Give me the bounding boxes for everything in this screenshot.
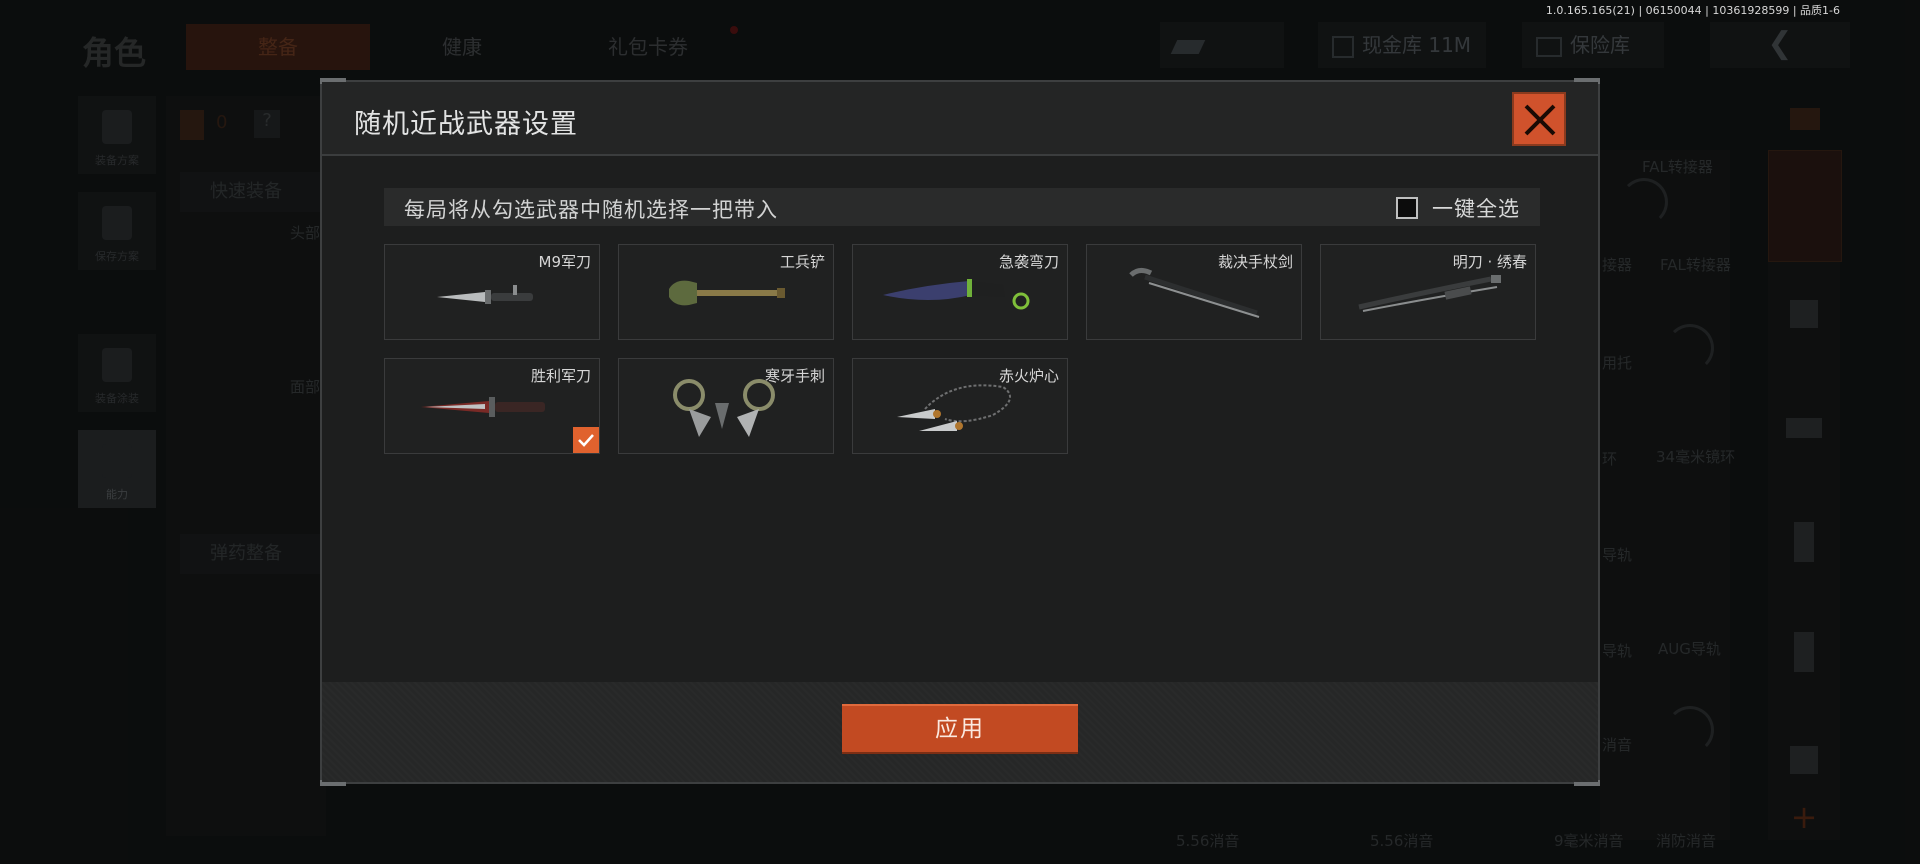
push-dagger-icon — [673, 379, 775, 437]
weapon-card-push-dagger[interactable]: 寒牙手刺 — [618, 358, 834, 454]
close-icon — [1524, 104, 1556, 136]
select-all-checkbox[interactable] — [1396, 197, 1418, 219]
weapon-card-cane-sword[interactable]: 裁决手杖剑 — [1086, 244, 1302, 340]
weapon-card-shovel[interactable]: 工兵铲 — [618, 244, 834, 340]
weapon-card-rope-dart[interactable]: 赤火炉心 — [852, 358, 1068, 454]
cane-sword-icon — [1129, 267, 1260, 318]
dialog-footer: 应用 — [322, 682, 1598, 782]
info-bar: 每局将从勾选武器中随机选择一把带入 一键全选 — [384, 188, 1540, 226]
weapon-card-xiuchun[interactable]: 明刀 · 绣春 — [1320, 244, 1536, 340]
xiuchun-blade-icon — [1358, 275, 1501, 312]
select-all-toggle[interactable]: 一键全选 — [1396, 194, 1520, 222]
shovel-icon — [669, 280, 785, 306]
selected-check[interactable] — [573, 427, 599, 453]
apply-button[interactable]: 应用 — [842, 704, 1078, 754]
rope-dart-icon — [897, 384, 1012, 431]
dialog-title: 随机近战武器设置 — [354, 109, 578, 140]
close-button[interactable] — [1512, 92, 1566, 146]
weapon-card-m9[interactable]: M9军刀 — [384, 244, 600, 340]
victory-knife-icon — [421, 397, 545, 417]
select-all-label: 一键全选 — [1432, 197, 1520, 221]
weapon-card-karambit[interactable]: 急袭弯刀 — [852, 244, 1068, 340]
m9-bayonet-icon — [437, 285, 533, 304]
random-melee-dialog: 随机近战武器设置 每局将从勾选武器中随机选择一把带入 一键全选 M9军刀 工兵铲 — [320, 78, 1600, 786]
version-info: 1.0.165.165(21) | 06150044 | 10361928599… — [1545, 4, 1840, 17]
karambit-icon — [883, 279, 1030, 310]
checkmark-icon — [578, 434, 594, 447]
info-text: 每局将从勾选武器中随机选择一把带入 — [404, 198, 778, 222]
weapon-card-victory-knife[interactable]: 胜利军刀 — [384, 358, 600, 454]
dialog-header: 随机近战武器设置 — [322, 82, 1598, 156]
